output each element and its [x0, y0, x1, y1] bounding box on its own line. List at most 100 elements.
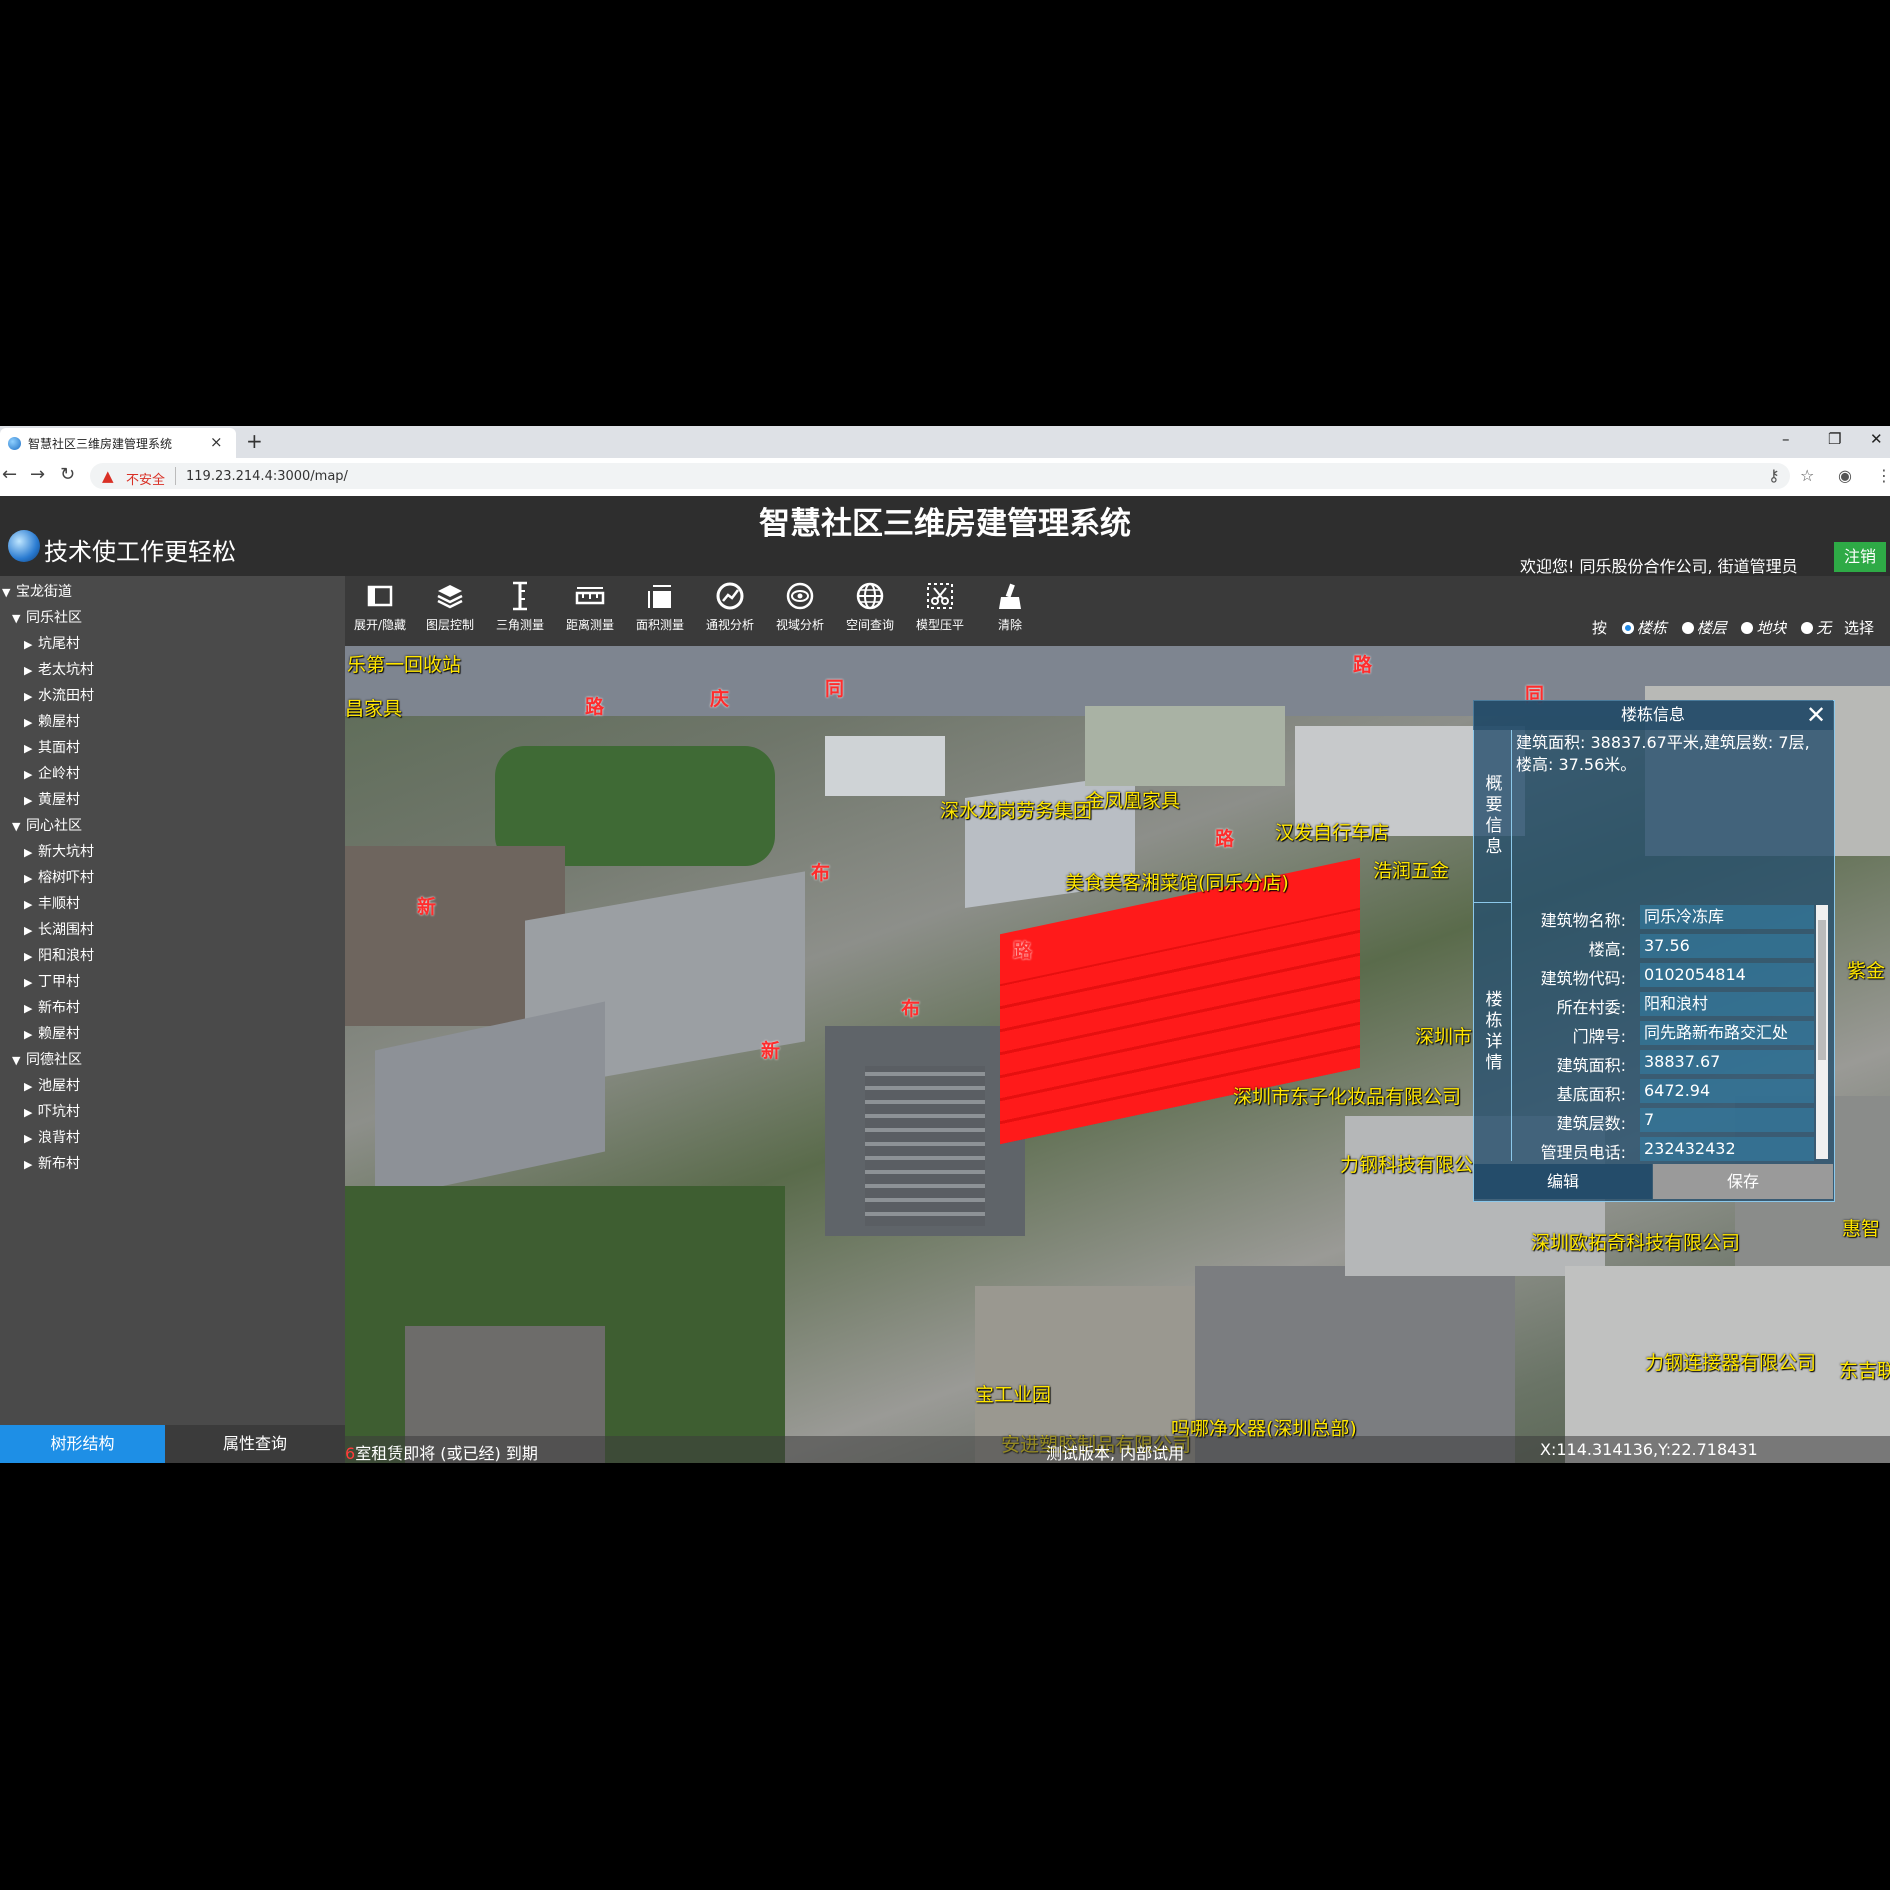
caret-right-icon[interactable]: ▶: [24, 1158, 38, 1171]
tree-village-node[interactable]: ▶ 赖屋村: [24, 1023, 80, 1043]
tree-village-node[interactable]: ▶ 新布村: [24, 997, 80, 1017]
radio-building[interactable]: [1621, 622, 1634, 634]
caret-right-icon[interactable]: ▶: [24, 638, 38, 651]
caret-right-icon[interactable]: ▶: [24, 1080, 38, 1093]
caret-right-icon[interactable]: ▶: [24, 976, 38, 989]
tree-village-node[interactable]: ▶ 阳和浪村: [24, 945, 94, 965]
detail-value-field[interactable]: 0102054814: [1640, 963, 1814, 987]
tree-group-node[interactable]: ▼ 同乐社区: [12, 607, 82, 627]
tree-village-node[interactable]: ▶ 其面村: [24, 737, 80, 757]
tree-node-label: 新布村: [38, 1156, 80, 1172]
back-arrow-icon[interactable]: ←: [2, 464, 17, 485]
tree-village-node[interactable]: ▶ 新布村: [24, 1153, 80, 1173]
browser-tab[interactable]: 智慧社区三维房建管理系统 ×: [0, 428, 236, 458]
menu-dots-icon[interactable]: ⋮: [1876, 466, 1890, 485]
detail-value-field[interactable]: 同乐冷冻库: [1640, 905, 1814, 929]
save-button[interactable]: 保存: [1653, 1164, 1833, 1199]
reload-icon[interactable]: ↻: [60, 464, 75, 485]
caret-down-icon[interactable]: ▼: [12, 820, 26, 833]
tool-sightline-analysis[interactable]: 通视分析: [696, 578, 764, 633]
tree-group-node[interactable]: ▼ 同德社区: [12, 1049, 82, 1069]
caret-down-icon[interactable]: ▼: [12, 1054, 26, 1067]
bookmark-star-icon[interactable]: ☆: [1800, 466, 1814, 485]
tree-node-label: 浪背村: [38, 1130, 80, 1146]
tree-village-node[interactable]: ▶ 老太坑村: [24, 659, 94, 679]
tree-village-node[interactable]: ▶ 浪背村: [24, 1127, 80, 1147]
caret-right-icon[interactable]: ▶: [24, 950, 38, 963]
tree-village-node[interactable]: ▶ 榕树吓村: [24, 867, 94, 887]
detail-value-field[interactable]: 同先路新布路交汇处: [1640, 1021, 1814, 1045]
detail-value-field[interactable]: 阳和浪村: [1640, 992, 1814, 1016]
tool-model-flatten[interactable]: 模型压平: [906, 578, 974, 633]
close-window-button[interactable]: ✕: [1870, 430, 1883, 448]
caret-down-icon[interactable]: ▼: [12, 612, 26, 625]
map-building: [375, 1001, 605, 1201]
logout-button[interactable]: 注销: [1834, 542, 1886, 572]
restore-window-button[interactable]: ❐: [1828, 430, 1841, 448]
caret-right-icon[interactable]: ▶: [24, 742, 38, 755]
account-icon[interactable]: ◉: [1838, 466, 1852, 485]
tab-tree-structure[interactable]: 树形结构: [0, 1425, 165, 1463]
tree-group-node[interactable]: ▼ 同心社区: [12, 815, 82, 835]
caret-right-icon[interactable]: ▶: [24, 872, 38, 885]
tree-village-node[interactable]: ▶ 丁甲村: [24, 971, 80, 991]
caret-right-icon[interactable]: ▶: [24, 794, 38, 807]
new-tab-button[interactable]: +: [246, 429, 263, 453]
tab-close-icon[interactable]: ×: [210, 433, 223, 451]
tree-village-node[interactable]: ▶ 丰顺村: [24, 893, 80, 913]
detail-value-field[interactable]: 6472.94: [1640, 1079, 1814, 1103]
caret-right-icon[interactable]: ▶: [24, 716, 38, 729]
close-icon[interactable]: ✕: [1806, 700, 1826, 730]
url-text[interactable]: 119.23.214.4:3000/map/: [186, 469, 348, 484]
caret-right-icon[interactable]: ▶: [24, 924, 38, 937]
detail-value-field[interactable]: 37.56: [1640, 934, 1814, 958]
caret-right-icon[interactable]: ▶: [24, 664, 38, 677]
tool-distance-measure[interactable]: 距离测量: [556, 578, 624, 633]
tool-area-measure[interactable]: 面积测量: [626, 578, 694, 633]
tool-layer-control[interactable]: 图层控制: [416, 578, 484, 633]
detail-scrollbar-thumb[interactable]: [1818, 920, 1826, 1060]
radio-parcel[interactable]: [1741, 622, 1754, 634]
tree-village-node[interactable]: ▶ 长湖围村: [24, 919, 94, 939]
detail-row: 建筑物名称: 同乐冷冻库: [1512, 903, 1814, 931]
caret-right-icon[interactable]: ▶: [24, 1002, 38, 1015]
map-label-place: 美食美客湘菜馆(同乐分店): [1065, 872, 1289, 894]
caret-right-icon[interactable]: ▶: [24, 1106, 38, 1119]
tree-village-node[interactable]: ▶ 水流田村: [24, 685, 94, 705]
tree-village-node[interactable]: ▶ 新大坑村: [24, 841, 94, 861]
detail-value-field[interactable]: 38837.67: [1640, 1050, 1814, 1074]
tool-triangle-measure[interactable]: 三角测量: [486, 578, 554, 633]
caret-right-icon[interactable]: ▶: [24, 690, 38, 703]
tool-viewshed-analysis[interactable]: 视域分析: [766, 578, 834, 633]
map-label-road: 同: [825, 678, 845, 700]
caret-down-icon[interactable]: ▼: [2, 586, 16, 599]
lease-expiry-notice[interactable]: 6室租赁即将 (或已经) 到期: [345, 1440, 538, 1464]
detail-value-field[interactable]: 232432432: [1640, 1137, 1814, 1161]
map-label-place: 惠智: [1842, 1218, 1881, 1240]
tree-village-node[interactable]: ▶ 企岭村: [24, 763, 80, 783]
caret-right-icon[interactable]: ▶: [24, 898, 38, 911]
radio-floor[interactable]: [1681, 622, 1694, 634]
tree-village-node[interactable]: ▶ 池屋村: [24, 1075, 80, 1095]
caret-right-icon[interactable]: ▶: [24, 846, 38, 859]
tree-village-node[interactable]: ▶ 赖屋村: [24, 711, 80, 731]
tool-expand-hide[interactable]: 展开/隐藏: [346, 578, 414, 633]
caret-right-icon[interactable]: ▶: [24, 768, 38, 781]
caret-right-icon[interactable]: ▶: [24, 1028, 38, 1041]
key-icon[interactable]: ⚷: [1768, 466, 1780, 485]
forward-arrow-icon[interactable]: →: [30, 464, 45, 485]
tree-village-node[interactable]: ▶ 黄屋村: [24, 789, 80, 809]
tree-village-node[interactable]: ▶ 坑尾村: [24, 633, 80, 653]
warning-triangle-icon[interactable]: ▲: [102, 467, 114, 485]
tree-village-node[interactable]: ▶ 吓坑村: [24, 1101, 80, 1121]
tab-attribute-query[interactable]: 属性查询: [165, 1425, 345, 1463]
tool-clear[interactable]: 清除: [976, 578, 1044, 633]
minimize-window-button[interactable]: –: [1782, 430, 1790, 448]
detail-value-field[interactable]: 7: [1640, 1108, 1814, 1132]
caret-right-icon[interactable]: ▶: [24, 1132, 38, 1145]
tree-node-root[interactable]: ▼ 宝龙街道: [2, 581, 72, 601]
insecure-label[interactable]: 不安全: [126, 469, 165, 488]
tool-spatial-query[interactable]: 空间查询: [836, 578, 904, 633]
edit-button[interactable]: 编辑: [1474, 1164, 1652, 1199]
radio-none[interactable]: [1801, 622, 1814, 634]
